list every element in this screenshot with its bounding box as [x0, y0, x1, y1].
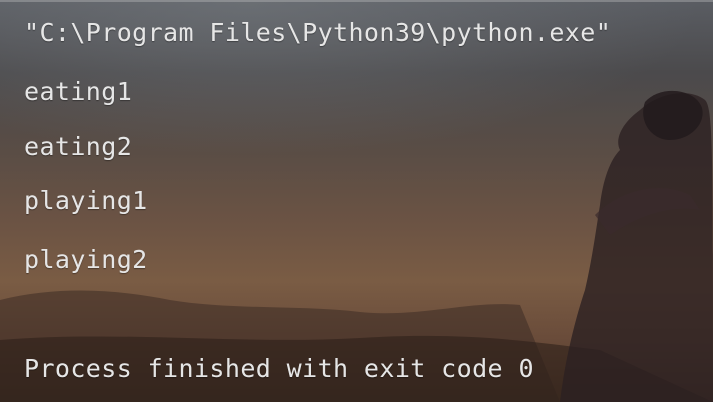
run-console: "C:\Program Files\Python39\python.exe" e… [0, 0, 713, 402]
exit-message: Process finished with exit code 0 [24, 354, 534, 383]
panel-top-border [0, 0, 713, 2]
output-line: eating1 [24, 77, 133, 106]
output-line: playing2 [24, 245, 148, 274]
figures-silhouette [560, 93, 713, 402]
command-line: "C:\Program Files\Python39\python.exe" [24, 18, 612, 47]
output-line: playing1 [24, 186, 148, 215]
output-line: eating2 [24, 132, 133, 161]
